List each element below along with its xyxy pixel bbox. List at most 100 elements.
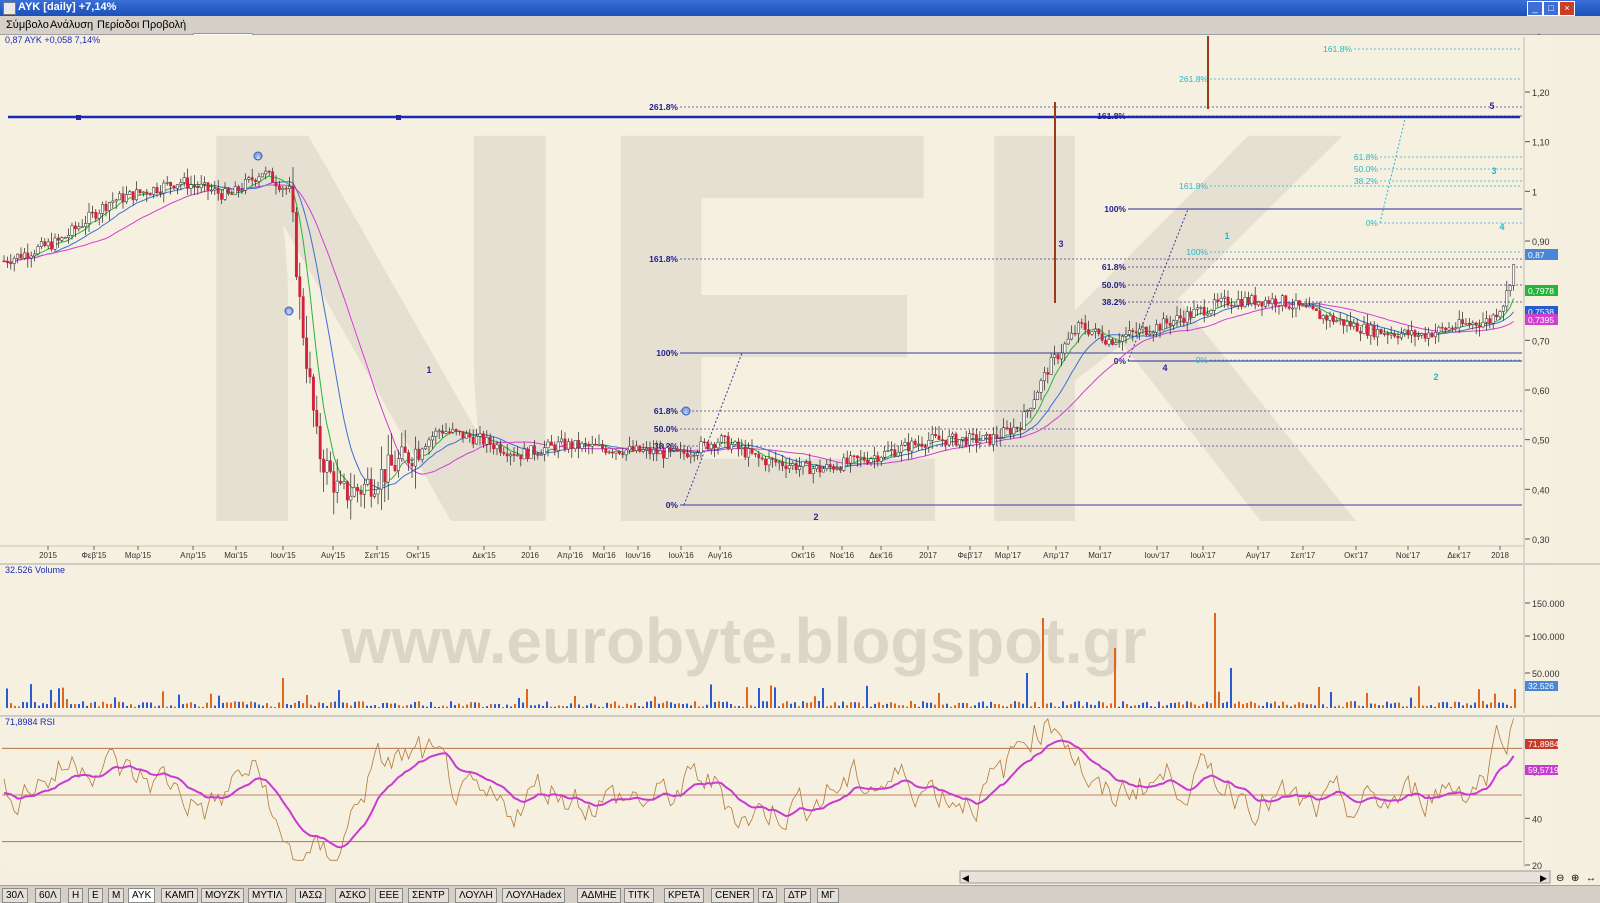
candle-body [1331,315,1335,323]
price-tick-label: 1,10 [1532,138,1550,148]
volume-bar [1126,703,1128,708]
candle-body [645,447,649,451]
menu-periods[interactable]: Περίοδοι [97,19,139,31]
candle-body [1165,318,1169,324]
menu-analysis[interactable]: Ανάλυση [50,19,93,31]
candle-body [39,241,43,247]
symbol-tab[interactable]: ΣΕΝΤΡ [408,888,449,903]
volume-bar [54,702,56,708]
candle-body [1260,301,1264,307]
symbol-tab[interactable]: ΕΕΕ [375,888,404,903]
candle-body [753,453,757,455]
candle-body [413,448,417,467]
candle-body [723,435,727,437]
symbol-tab[interactable]: ΤΙΤΚ [624,888,654,903]
symbol-tab[interactable]: ΚΑΜΠ [161,888,198,903]
symbol-tab[interactable]: Η [68,888,84,903]
volume-bar [882,705,884,708]
symbol-tab[interactable]: ΜΥΤΙΛ [248,888,287,903]
volume-bar [546,701,548,708]
symbol-tab[interactable]: ΛΟΥΛΗadex [502,888,566,903]
menu-symbol[interactable]: Σύμβολο [6,19,49,31]
maximize-button[interactable]: □ [1543,1,1559,16]
symbol-tab[interactable]: ΑΔΜΗΕ [577,888,621,903]
volume-bar [1198,705,1200,708]
volume-bar [1022,703,1024,708]
date-tick-label: Ιουλ'16 [668,551,694,560]
volume-bar [1206,701,1208,708]
volume-bar [1094,705,1096,708]
symbol-tab[interactable]: ΑΥΚ [128,888,156,903]
symbol-tab[interactable]: ΛΟΥΛΗ [455,888,497,903]
candle-body [1365,323,1369,336]
symbol-tab[interactable]: 30Λ [2,888,28,903]
symbol-tab[interactable]: 60Λ [35,888,61,903]
volume-bar [418,701,420,708]
resistance-handle[interactable] [76,115,81,120]
scroll-right-icon[interactable]: ▶ [1540,873,1547,883]
candle-body [1301,304,1305,307]
candle-body [702,441,706,444]
volume-bar [1482,701,1484,708]
resistance-handle[interactable] [396,115,401,120]
volume-bar [1434,706,1436,708]
symbol-tab[interactable]: ΜΟΥΖΚ [201,888,245,903]
volume-bar [738,705,740,708]
volume-bar [670,702,672,708]
candle-body [1161,318,1165,331]
candle-body [70,225,74,236]
candle-body [1314,308,1318,311]
fib-level-label: 50.0% [1354,164,1379,174]
candle-body [1053,354,1057,358]
volume-bar [242,701,244,708]
candle-body [1029,407,1033,411]
close-button[interactable]: × [1559,1,1575,16]
candle-body [798,466,802,470]
volume-bar [1298,702,1300,708]
candle-body [301,296,305,339]
chart-canvas[interactable]: NEK 0,87 ΑΥΚ +0,058 7,14% 1,20 1,10 1 0,90 0… [0,14,1600,885]
candle-body [852,455,856,458]
volume-bar [1250,701,1252,708]
volume-bar [1322,704,1324,708]
volume-bar [170,705,172,708]
candle-body [638,445,642,452]
symbol-tab[interactable]: Ε [88,888,103,903]
volume-bar [1086,702,1088,708]
symbol-tab[interactable]: ΓΔ [758,888,778,903]
volume-bar [302,703,304,708]
volume-bar [346,702,348,708]
symbol-tab[interactable]: ΙΑΣΩ [295,888,327,903]
symbol-tab[interactable]: ΔΤΡ [784,888,811,903]
volume-bar [26,702,28,708]
zoom-out-icon[interactable]: ⊖ [1556,873,1564,884]
candle-body [485,436,489,445]
volume-bar [1226,701,1228,708]
candle-body [1437,326,1441,333]
candle-body [1274,298,1278,306]
candle-body [376,488,380,495]
candle-body [114,199,118,202]
candle-body [461,431,465,439]
symbol-tab[interactable]: Μ [108,888,125,903]
volume-bar [14,705,16,708]
volume-bar [1098,701,1100,708]
chart-area[interactable]: NEK 0,87 ΑΥΚ +0,058 7,14% 1,20 1,10 1 0,90 0… [0,14,1600,885]
minimize-button[interactable]: _ [1527,1,1543,16]
candle-body [186,177,190,189]
candle-body [774,458,778,463]
fib-level-label: 38.2% [1102,297,1127,307]
horizontal-scrollbar[interactable] [959,870,1551,884]
candle-body [1505,290,1509,307]
symbol-tab[interactable]: CENER [711,888,755,903]
scroll-left-icon[interactable]: ◀ [962,873,969,883]
symbol-tab[interactable]: ΚΡΕΤΑ [664,888,705,903]
zoom-in-icon[interactable]: ⊕ [1571,873,1579,884]
volume-bar [430,701,432,708]
menu-view[interactable]: Προβολή [142,19,186,31]
symbol-tab[interactable]: ΜΓ [817,888,839,903]
symbol-tab[interactable]: ΑΣΚΟ [335,888,370,903]
volume-bar [814,696,816,708]
pan-icon[interactable]: ↔ [1586,873,1596,884]
volume-bar [1078,701,1080,708]
